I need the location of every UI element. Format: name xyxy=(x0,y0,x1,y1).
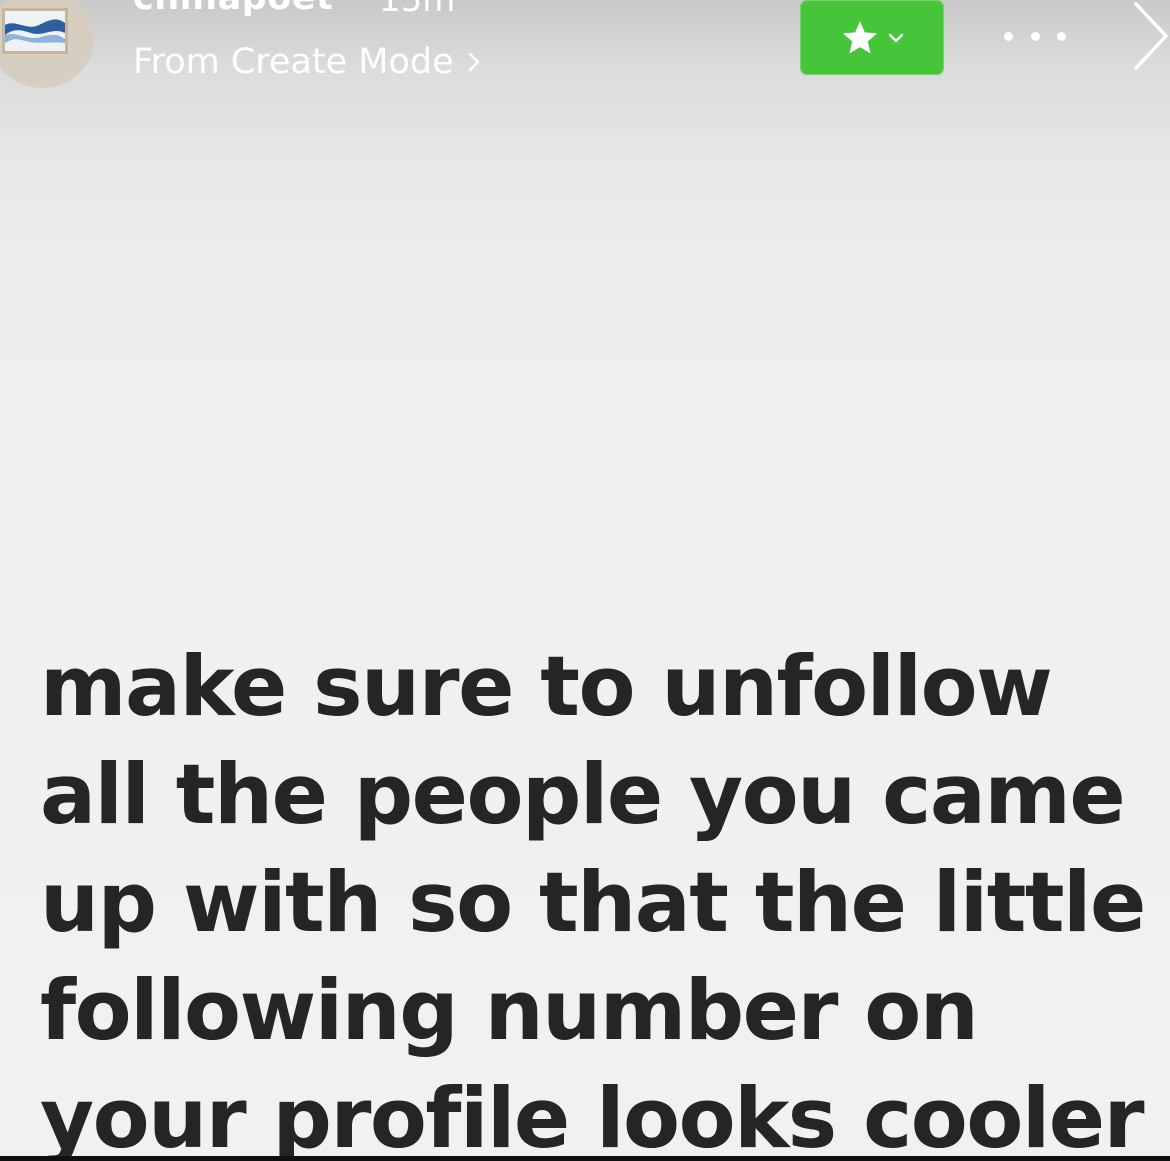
avatar[interactable] xyxy=(0,0,94,88)
story-text-line: make sure to unfollow xyxy=(40,638,1053,735)
star-icon xyxy=(840,19,880,57)
source-label: From Create Mode xyxy=(133,42,454,82)
create-mode-link[interactable]: From Create Mode xyxy=(133,42,482,82)
more-options-button[interactable] xyxy=(1004,24,1066,48)
post-timestamp: 15m xyxy=(379,0,456,20)
story-text-line: up with so that the little xyxy=(40,854,1146,951)
more-icon xyxy=(1004,31,1013,41)
chevron-down-icon xyxy=(888,32,904,44)
avatar-image xyxy=(2,8,68,54)
story-viewer: chinapoet 15m From Create Mode xyxy=(0,0,1170,1161)
story-text: make sure to unfollow all the people you… xyxy=(40,633,1160,1161)
close-friends-favorite-button[interactable] xyxy=(800,0,944,75)
next-story-button[interactable] xyxy=(1128,0,1170,72)
screenshot-edge xyxy=(0,1156,1170,1161)
story-text-line: following number on xyxy=(40,962,979,1059)
story-text-line: all the people you came xyxy=(40,746,1126,843)
chevron-right-icon xyxy=(1134,2,1168,70)
username[interactable]: chinapoet xyxy=(133,0,333,18)
chevron-right-small-icon xyxy=(466,51,482,73)
story-text-line: your profile looks cooler xyxy=(40,1070,1145,1161)
